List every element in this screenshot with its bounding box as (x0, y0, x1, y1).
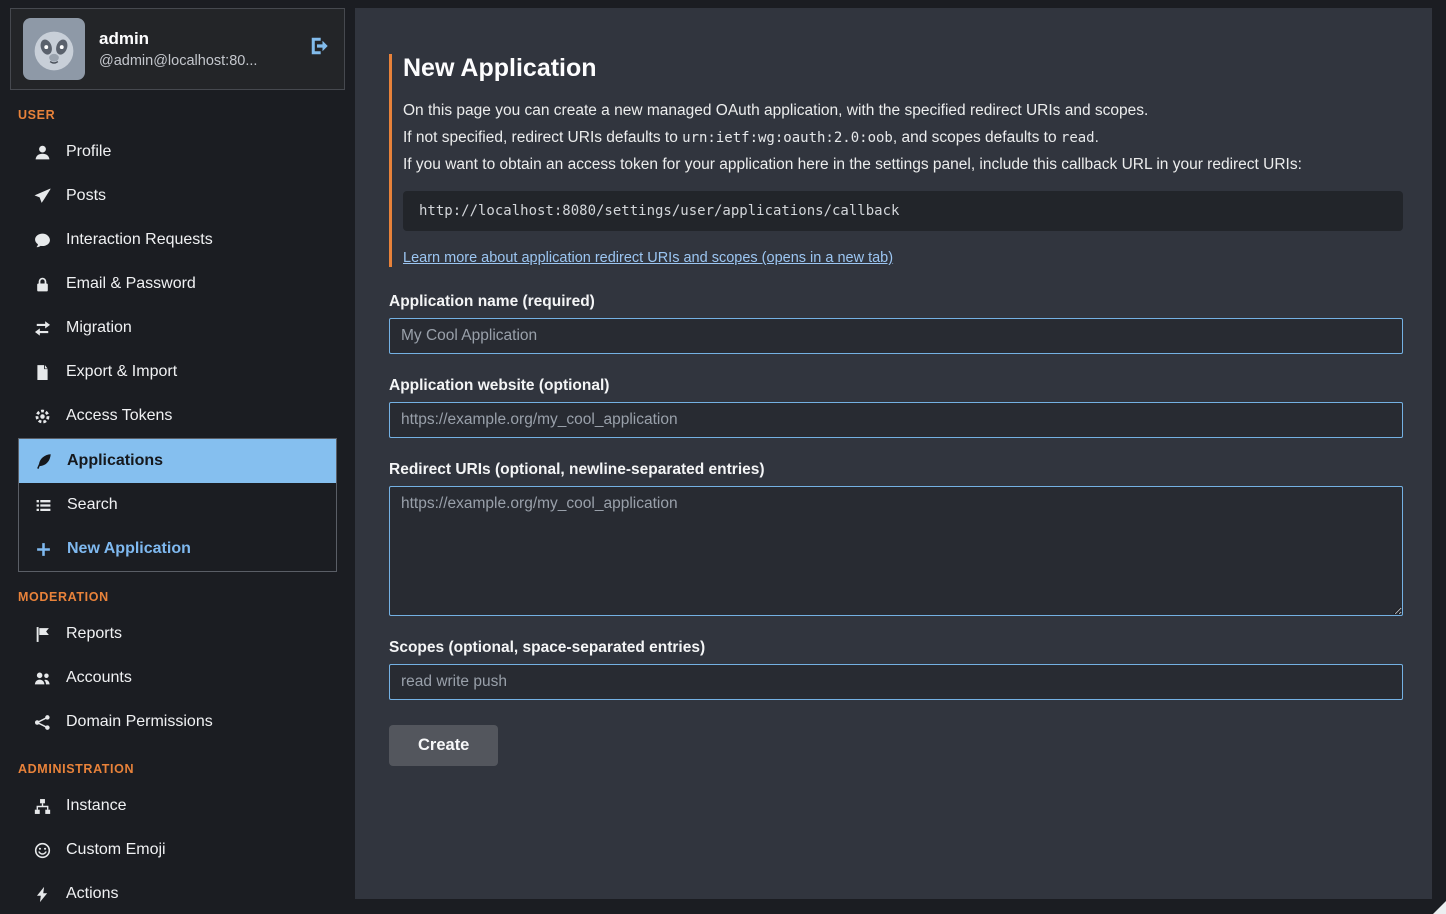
section-title-user: USER (18, 108, 337, 122)
user-info: admin @admin@localhost:80... (99, 29, 257, 69)
exchange-arrows-icon (33, 320, 51, 337)
user-card[interactable]: admin @admin@localhost:80... (10, 8, 345, 90)
sidebar-item-label: Actions (66, 884, 118, 904)
sidebar-item-label: Search (67, 495, 118, 515)
intro-line-2: If not specified, redirect URIs defaults… (403, 126, 1403, 150)
scopes-field: Scopes (optional, space-separated entrie… (389, 639, 1403, 700)
scopes-label: Scopes (optional, space-separated entrie… (389, 639, 1403, 657)
sidebar-item-actions[interactable]: Actions (18, 872, 337, 914)
plus-icon (34, 541, 52, 558)
user-icon (33, 144, 51, 161)
intro-line-2-pre: If not specified, redirect URIs defaults… (403, 129, 682, 146)
intro-line-2-post: . (1095, 129, 1099, 146)
comment-icon (33, 232, 51, 249)
application-website-field: Application website (optional) (389, 377, 1403, 438)
sidebar-item-new-application[interactable]: New Application (19, 527, 336, 571)
application-website-label: Application website (optional) (389, 377, 1403, 395)
inline-code-oob: urn:ietf:wg:oauth:2.0:oob (682, 130, 893, 146)
sidebar-item-label: Domain Permissions (66, 712, 213, 732)
sidebar-item-profile[interactable]: Profile (18, 130, 337, 174)
bolt-icon (33, 886, 51, 903)
smiley-icon (33, 842, 51, 859)
users-icon (33, 670, 51, 687)
sidebar-item-label: Profile (66, 142, 111, 162)
list-icon (34, 497, 52, 514)
avatar (23, 18, 85, 80)
network-nodes-icon (33, 714, 51, 731)
intro-block: New Application On this page you can cre… (389, 54, 1403, 267)
intro-line-3: If you want to obtain an access token fo… (403, 153, 1403, 177)
sidebar-item-label: Applications (67, 451, 163, 471)
sidebar-item-access-tokens[interactable]: Access Tokens (18, 394, 337, 438)
sidebar-item-posts[interactable]: Posts (18, 174, 337, 218)
paper-plane-icon (33, 188, 51, 205)
sidebar-item-label: Accounts (66, 668, 132, 688)
sidebar-item-label: Custom Emoji (66, 840, 166, 860)
sidebar: admin @admin@localhost:80... USER Profil… (0, 0, 355, 914)
application-website-input[interactable] (389, 402, 1403, 438)
sidebar-item-label: Interaction Requests (66, 230, 213, 250)
page-title: New Application (403, 54, 1403, 83)
sidebar-item-accounts[interactable]: Accounts (18, 656, 337, 700)
sidebar-item-label: New Application (67, 539, 191, 559)
sidebar-item-reports[interactable]: Reports (18, 612, 337, 656)
sidebar-item-export-import[interactable]: Export & Import (18, 350, 337, 394)
sidebar-item-label: Reports (66, 624, 122, 644)
scopes-input[interactable] (389, 664, 1403, 700)
sidebar-item-label: Instance (66, 796, 126, 816)
sidebar-item-migration[interactable]: Migration (18, 306, 337, 350)
flag-icon (33, 626, 51, 643)
section-title-administration: ADMINISTRATION (18, 762, 337, 776)
main-wrap: New Application On this page you can cre… (355, 0, 1446, 914)
file-export-icon (33, 364, 51, 381)
sidebar-item-label: Posts (66, 186, 106, 206)
sidebar-item-label: Export & Import (66, 362, 177, 382)
redirect-uris-textarea[interactable] (389, 486, 1403, 616)
section-title-moderation: MODERATION (18, 590, 337, 604)
learn-more-link[interactable]: Learn more about application redirect UR… (403, 250, 893, 266)
redirect-uris-label: Redirect URIs (optional, newline-separat… (389, 461, 1403, 479)
intro-line-2-mid: , and scopes defaults to (893, 129, 1061, 146)
resize-grip[interactable] (1433, 901, 1446, 914)
logout-icon[interactable] (309, 35, 331, 62)
sitemap-icon (33, 798, 51, 815)
applications-group: Applications Search New Application (18, 438, 337, 572)
create-button[interactable]: Create (389, 725, 498, 766)
application-name-input[interactable] (389, 318, 1403, 354)
sidebar-item-label: Email & Password (66, 274, 196, 294)
sidebar-item-interaction-requests[interactable]: Interaction Requests (18, 218, 337, 262)
inline-code-read: read (1061, 130, 1095, 146)
new-application-panel: New Application On this page you can cre… (355, 8, 1432, 899)
sidebar-item-instance[interactable]: Instance (18, 784, 337, 828)
intro-line-1: On this page you can create a new manage… (403, 99, 1403, 123)
application-name-field: Application name (required) (389, 293, 1403, 354)
application-name-label: Application name (required) (389, 293, 1403, 311)
sidebar-item-custom-emoji[interactable]: Custom Emoji (18, 828, 337, 872)
applications-submenu: Search New Application (19, 483, 336, 571)
lock-icon (33, 276, 51, 293)
callback-url-codeblock: http://localhost:8080/settings/user/appl… (403, 191, 1403, 231)
sidebar-item-email-password[interactable]: Email & Password (18, 262, 337, 306)
sidebar-item-label: Migration (66, 318, 132, 338)
feather-icon (34, 453, 52, 470)
new-application-form: Application name (required) Application … (389, 293, 1403, 766)
gear-icon (33, 408, 51, 425)
redirect-uris-field: Redirect URIs (optional, newline-separat… (389, 461, 1403, 616)
sidebar-item-domain-permissions[interactable]: Domain Permissions (18, 700, 337, 744)
user-handle: @admin@localhost:80... (99, 53, 257, 69)
sidebar-item-applications-search[interactable]: Search (19, 483, 336, 527)
user-name: admin (99, 29, 257, 49)
sidebar-item-applications[interactable]: Applications (19, 439, 336, 483)
callback-url: http://localhost:8080/settings/user/appl… (419, 203, 899, 219)
sidebar-item-label: Access Tokens (66, 406, 172, 426)
